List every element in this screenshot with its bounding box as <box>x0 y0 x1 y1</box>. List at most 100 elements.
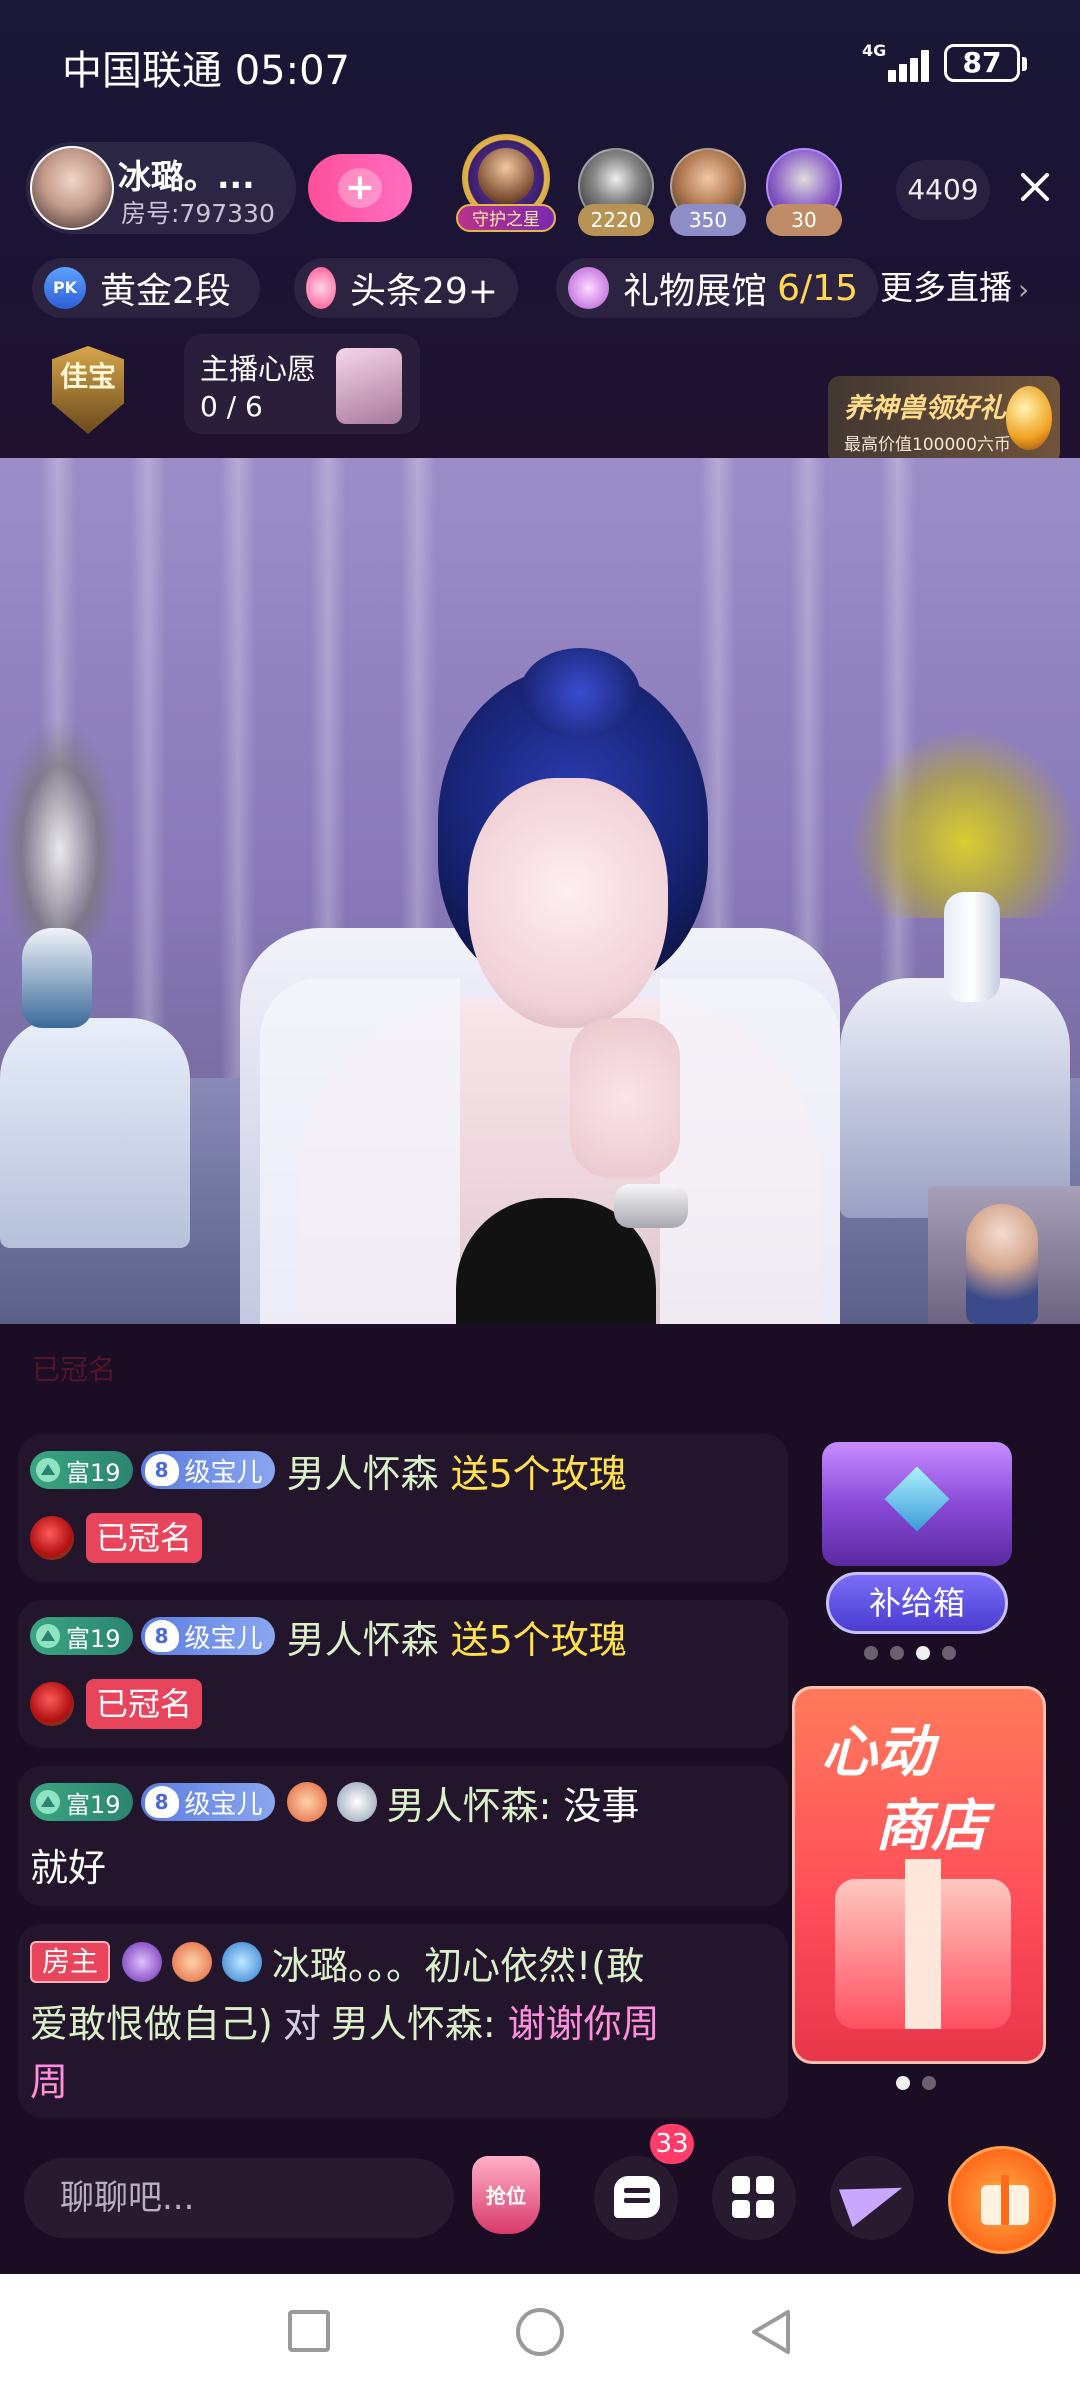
wealth-badge: 富19 <box>30 1451 133 1489</box>
host-info[interactable]: 冰璐。... 房号:797330 <box>26 142 296 234</box>
medal-icon <box>122 1942 163 1982</box>
vase <box>22 928 92 1028</box>
signal-bar <box>899 64 907 82</box>
chat-input[interactable]: 聊聊吧... <box>24 2158 454 2238</box>
chat-username[interactable]: 男人怀森: <box>331 1993 496 2048</box>
wealth-level: 富19 <box>66 1458 121 1487</box>
back-icon[interactable] <box>748 2308 794 2356</box>
chat-message[interactable]: 富19 8 级宝儿 男人怀森 送5个玫瑰 已冠名 <box>18 1600 788 1748</box>
grab-seat-button[interactable]: 抢位 <box>464 2152 548 2242</box>
wish-count: 0 / 6 <box>200 390 263 423</box>
shop-title-line2: 商店 <box>875 1794 987 1859</box>
status-bar: 中国联通 05:07 4G 87 <box>0 0 1080 130</box>
wristwatch <box>614 1184 688 1228</box>
chat-line: 已冠名 <box>30 1676 203 1732</box>
rose-icon <box>30 1516 74 1560</box>
chat-username[interactable]: 冰璐。。。初心依然!(敢 <box>272 1935 644 1990</box>
signal-bar <box>921 50 929 82</box>
avatar <box>478 148 534 204</box>
triangle-icon <box>36 1624 60 1648</box>
triangle-icon <box>36 1458 60 1482</box>
pip-person <box>966 1204 1038 1324</box>
chat-line: 富19 8 级宝儿 男人怀森 送5个玫瑰 <box>30 1442 627 1498</box>
chat-line: 房主 冰璐。。。初心依然!(敢 <box>30 1934 644 1990</box>
wealth-badge: 富19 <box>30 1783 133 1821</box>
gift-gallery-tag[interactable]: 礼物展馆 6/15 <box>556 258 878 318</box>
carousel-dots <box>896 2076 948 2090</box>
follow-button[interactable]: + <box>308 154 412 222</box>
recent-apps-icon[interactable] <box>288 2310 330 2352</box>
chat-username[interactable]: 男人怀森: <box>387 1775 552 1830</box>
medal-icon <box>172 1942 213 1982</box>
carousel-dot <box>864 1646 878 1660</box>
host-avatar[interactable] <box>30 146 114 230</box>
vase <box>944 892 1000 1002</box>
triangle-icon <box>36 1790 60 1814</box>
wealth-level: 富19 <box>66 1790 121 1819</box>
host-name: 冰璐。... <box>118 157 255 196</box>
fan-level-label: 级宝儿 <box>184 1457 263 1488</box>
signal-bar <box>888 70 896 82</box>
jiabao-badge[interactable]: 佳宝 <box>46 340 130 444</box>
more-features-button[interactable] <box>712 2156 796 2240</box>
medal-icon <box>222 1942 263 1982</box>
promo-title: 养神兽领好礼 <box>844 393 1006 424</box>
pk-rank-tag[interactable]: PK 黄金2段 <box>32 258 260 318</box>
viewer-count[interactable]: 4409 <box>896 160 990 220</box>
heart-icon: 8 <box>144 1620 179 1652</box>
chat-username-cont[interactable]: 爱敢恨做自己) <box>30 1993 273 2048</box>
more-live-label: 更多直播 <box>880 268 1012 307</box>
chat-line: 富19 8 级宝儿 男人怀森: 没事 <box>30 1774 639 1830</box>
robe <box>660 978 840 1324</box>
contribution-badge: 30 <box>766 204 842 236</box>
gift-icon <box>981 2175 1029 2225</box>
streamer-bun <box>520 648 640 738</box>
headline-tag[interactable]: 头条29+ <box>294 258 518 318</box>
heart-shop-banner[interactable]: 心动 商店 <box>792 1686 1046 2064</box>
treasure-chest[interactable] <box>816 1432 1018 1572</box>
host-wish-card[interactable]: 主播心愿 0 / 6 <box>184 334 420 434</box>
flame-icon <box>306 267 337 309</box>
share-button[interactable] <box>830 2156 914 2240</box>
carousel-dot <box>922 2076 936 2090</box>
yellow-flowers <box>850 728 1080 918</box>
guardian-star[interactable]: 守护之星 <box>452 134 560 238</box>
top-viewer[interactable]: 350 <box>668 148 748 236</box>
headline-label: 头条29+ <box>350 271 498 312</box>
chat-text: 谢谢你周 <box>507 2001 660 2046</box>
chat-text: 就好 <box>30 1845 107 1890</box>
streamer-face <box>468 778 668 1028</box>
carousel-dot-active <box>896 2076 910 2090</box>
rose-icon <box>30 1682 74 1726</box>
gift-button[interactable] <box>948 2146 1056 2254</box>
chat-message[interactable]: 房主 冰璐。。。初心依然!(敢 爱敢恨做自己) 对 男人怀森: 谢谢你周 周 <box>18 1924 788 2118</box>
chat-username[interactable]: 男人怀森 <box>287 1443 439 1498</box>
top-viewer[interactable]: 30 <box>764 148 844 236</box>
chat-line: 周 <box>30 2050 68 2106</box>
chat-message[interactable]: 富19 8 级宝儿 男人怀森 送5个玫瑰 已冠名 <box>18 1434 788 1582</box>
carousel-dot <box>942 1646 956 1660</box>
promo-subtitle: 最高价值100000六币 <box>844 435 1011 455</box>
top-viewer[interactable]: 2220 <box>576 148 656 236</box>
pip-video[interactable] <box>928 1186 1080 1324</box>
chat-message[interactable]: 富19 8 级宝儿 男人怀森: 没事 就好 <box>18 1766 788 1906</box>
message-button[interactable] <box>594 2156 678 2240</box>
pet-promo-banner[interactable]: 养神兽领好礼 最高价值100000六币 <box>828 376 1060 464</box>
chat-line: 富19 8 级宝儿 男人怀森 送5个玫瑰 <box>30 1608 627 1664</box>
room-number: 房号:797330 <box>121 199 275 228</box>
chat-username[interactable]: 男人怀森 <box>287 1609 439 1664</box>
grid-icon <box>756 2176 774 2194</box>
home-icon[interactable] <box>516 2308 564 2356</box>
pk-rank-label: 黄金2段 <box>100 271 231 312</box>
live-video[interactable] <box>0 458 1080 1324</box>
battery-icon: 87 <box>944 44 1027 82</box>
supply-box-button[interactable]: 补给箱 <box>826 1572 1008 1634</box>
fan-level-label: 级宝儿 <box>184 1789 263 1820</box>
close-icon[interactable] <box>1010 162 1060 212</box>
network-type: 4G <box>862 41 887 60</box>
paper-plane-icon <box>838 2168 910 2228</box>
signal-icon: 4G <box>862 42 932 82</box>
grab-seat-label: 抢位 <box>486 2184 526 2208</box>
grid-icon <box>732 2200 750 2218</box>
more-live-link[interactable]: 更多直播 › <box>880 258 1029 318</box>
